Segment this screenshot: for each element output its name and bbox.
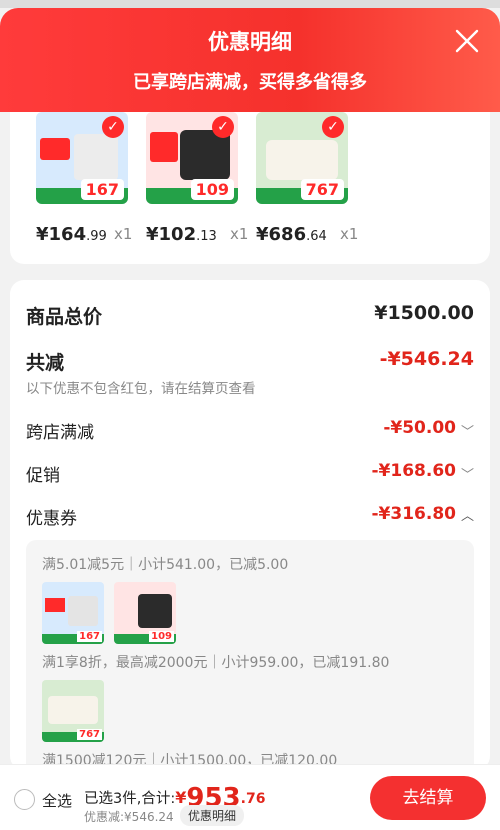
top-strip — [0, 0, 500, 8]
product-price: ¥686.64 — [256, 224, 327, 245]
discount-text: 优惠减:¥546.24 — [84, 810, 174, 824]
coupon-details: 满5.01减5元｜小计541.00，已减5.00 167 109 满1享8折，最… — [26, 540, 474, 780]
product-thumbnail: ✓ 109 — [146, 112, 238, 204]
total-value: ¥1500.00 — [374, 302, 474, 324]
product-thumbnail: ✓ 767 — [256, 112, 348, 204]
coupon-row[interactable]: 优惠券 -¥316.80 ︿ — [26, 504, 474, 529]
product-thumbnail: 167 — [42, 582, 104, 644]
product-price: ¥102.13 — [146, 224, 217, 245]
thumb-price: 167 — [80, 179, 124, 200]
checkmark-icon: ✓ — [322, 116, 344, 138]
thumb-price: 109 — [149, 631, 174, 642]
selected-text: 已选3件,合计: — [84, 791, 176, 807]
checkout-button[interactable]: 去结算 — [370, 776, 486, 820]
reduce-note: 以下优惠不包含红包，请在结算页查看 — [26, 381, 256, 397]
product-thumbnail: 109 — [114, 582, 176, 644]
reduce-label: 共减 — [26, 352, 65, 374]
thumb-price: 767 — [300, 179, 344, 200]
thumb-price: 167 — [77, 631, 102, 642]
panel-subtitle: 已享跨店满减，买得多省得多 — [133, 72, 367, 93]
chevron-down-icon: ﹀ — [460, 468, 474, 483]
coupon-rule: 满1享8折，最高减2000元｜小计959.00，已减191.80 — [42, 655, 390, 671]
promo-value: -¥168.60 — [371, 461, 457, 481]
close-icon[interactable] — [454, 28, 480, 54]
select-all-label[interactable]: 全选 — [42, 790, 72, 811]
chevron-down-icon: ﹀ — [460, 425, 474, 440]
cross-store-row[interactable]: 跨店满减 -¥50.00 ﹀ — [26, 418, 474, 443]
product-price: ¥164.99 — [36, 224, 107, 245]
product-item[interactable]: ✓ 109 ¥102.13 x1 — [146, 112, 248, 245]
panel-title: 优惠明细 — [208, 30, 292, 54]
coupon-value: -¥316.80 — [371, 504, 457, 524]
promo-row[interactable]: 促销 -¥168.60 ﹀ — [26, 461, 474, 486]
product-thumbnail: 767 — [42, 680, 104, 742]
cross-store-label: 跨店满减 — [26, 423, 94, 443]
product-list: ✓ 167 ¥164.99 x1 ✓ 109 ¥102.13 x1 ✓ 767 … — [10, 112, 490, 264]
cross-store-value: -¥50.00 — [383, 418, 456, 438]
discount-detail-button[interactable]: 优惠明细 — [180, 805, 245, 826]
product-qty: x1 — [340, 225, 359, 243]
product-item[interactable]: ✓ 767 ¥686.64 x1 — [256, 112, 358, 245]
thumb-price: 767 — [77, 729, 102, 740]
product-thumbnail: ✓ 167 — [36, 112, 128, 204]
total-row: 商品总价 ¥1500.00 — [26, 302, 474, 328]
chevron-up-icon: ︿ — [460, 509, 474, 524]
product-qty: x1 — [114, 225, 133, 243]
checkmark-icon: ✓ — [212, 116, 234, 138]
total-label: 商品总价 — [26, 306, 103, 328]
product-item[interactable]: ✓ 167 ¥164.99 x1 — [36, 112, 132, 245]
currency-symbol: ¥ — [175, 788, 187, 807]
promo-label: 促销 — [26, 466, 60, 486]
thumb-price: 109 — [190, 179, 234, 200]
panel-header: 优惠明细 已享跨店满减，买得多省得多 — [0, 8, 500, 112]
coupon-label: 优惠券 — [26, 509, 77, 529]
bottom-bar: 全选 已选3件,合计:¥953.76 优惠减:¥546.24 优惠明细 去结算 — [0, 764, 500, 830]
coupon-rule: 满5.01减5元｜小计541.00，已减5.00 — [42, 557, 289, 573]
checkmark-icon: ✓ — [102, 116, 124, 138]
reduce-value: -¥546.24 — [379, 348, 474, 370]
total-cents: .76 — [240, 791, 266, 807]
product-qty: x1 — [230, 225, 249, 243]
price-breakdown: 商品总价 ¥1500.00 共减 -¥546.24 以下优惠不包含红包，请在结算… — [10, 280, 490, 780]
select-all-checkbox[interactable] — [14, 789, 35, 810]
reduce-row: 共减 -¥546.24 — [26, 348, 474, 374]
